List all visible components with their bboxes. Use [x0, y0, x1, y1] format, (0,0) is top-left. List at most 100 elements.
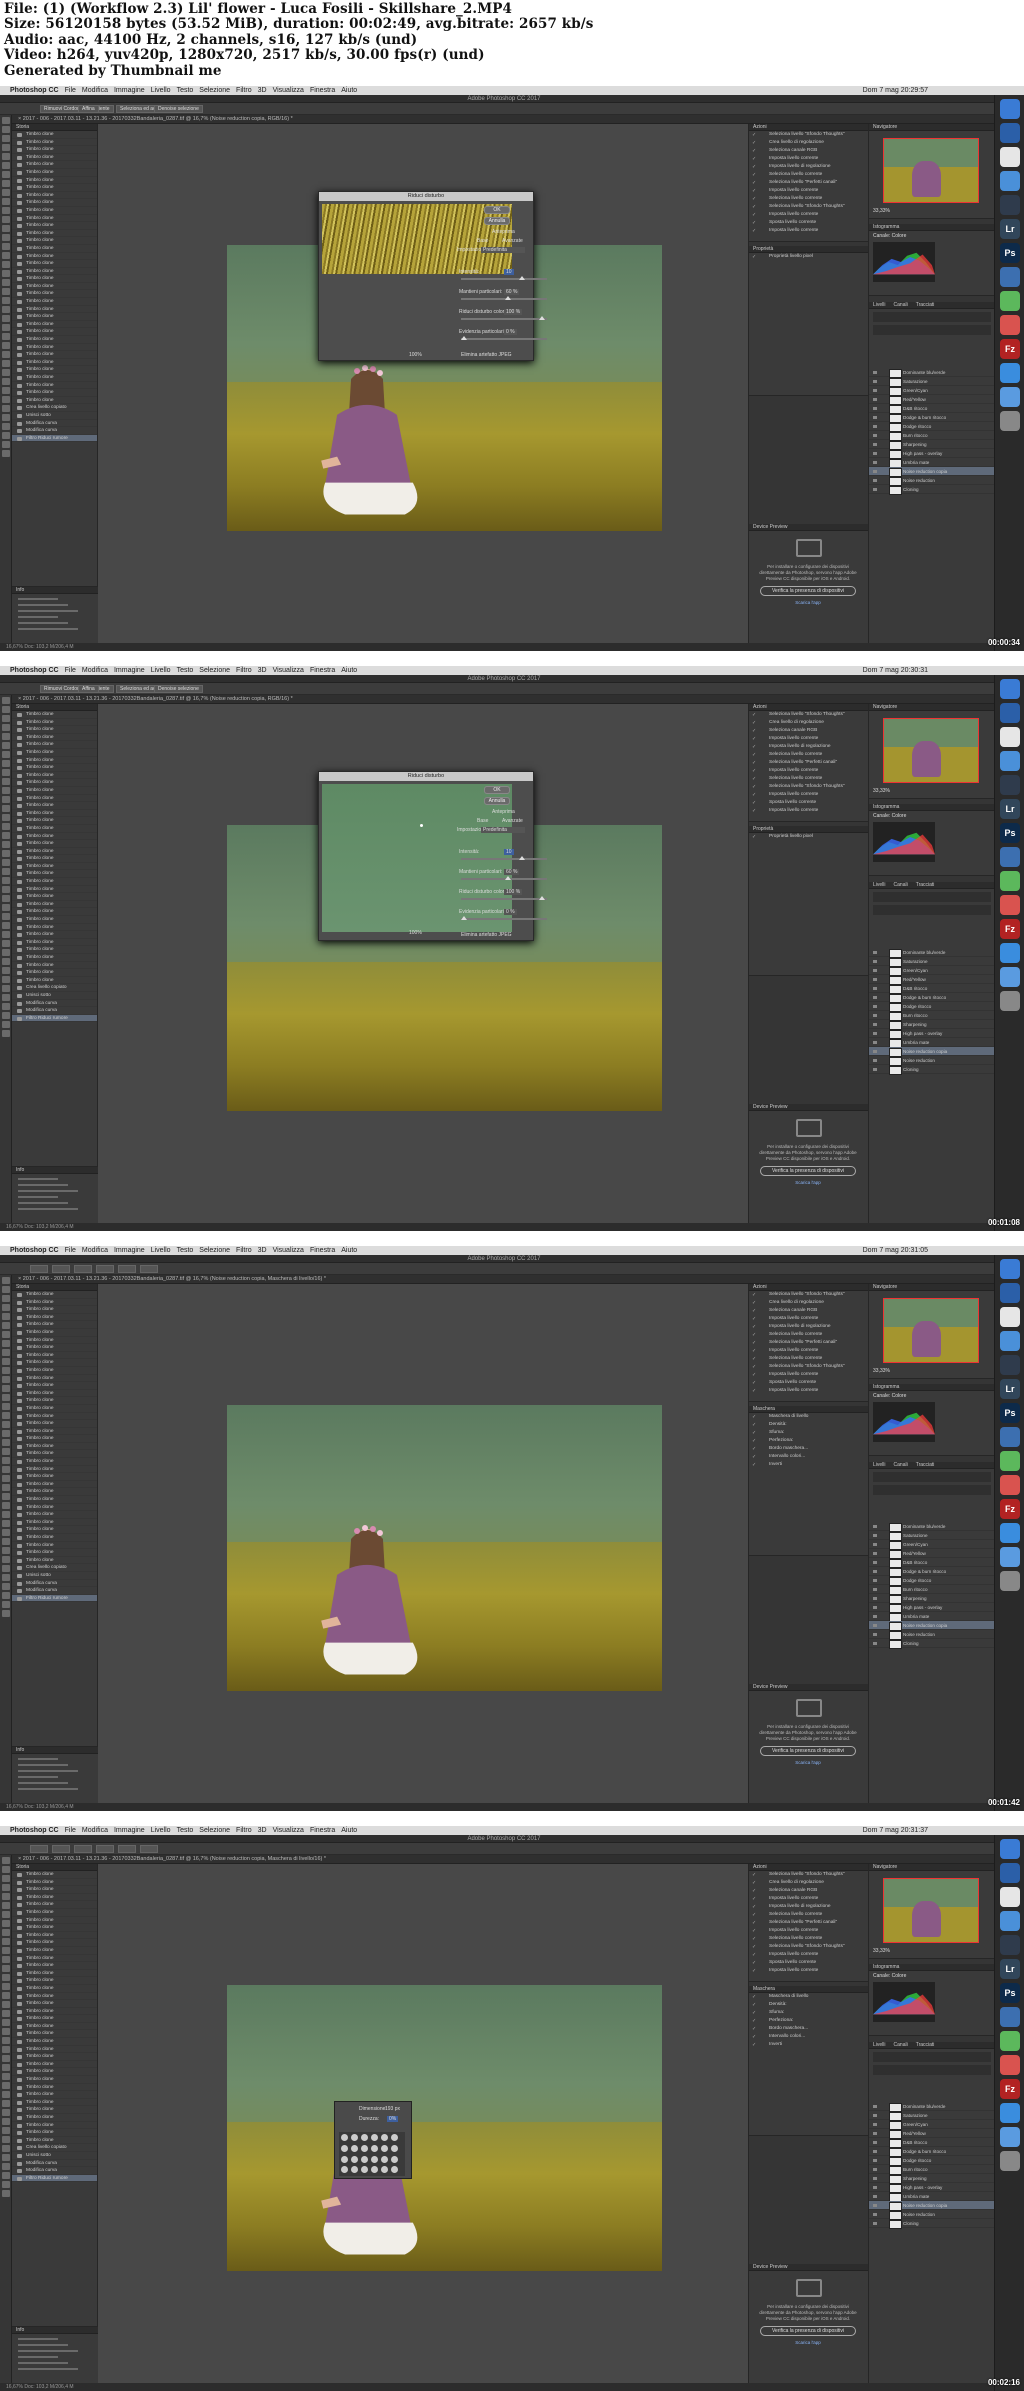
history-item[interactable]: Timbro clone — [12, 1321, 97, 1329]
layers-tab[interactable]: Tracciati — [916, 2042, 935, 2048]
dock-app-icon[interactable] — [1000, 1887, 1020, 1907]
tool-icon[interactable] — [2, 760, 10, 767]
layer-item[interactable]: D&B ritocco — [869, 404, 995, 414]
dock-app-icon[interactable] — [1000, 727, 1020, 747]
history-item[interactable]: Timbro clone — [12, 719, 97, 727]
tool-icon[interactable] — [2, 706, 10, 713]
layer-item[interactable]: High pass - overlay — [869, 1603, 995, 1613]
tool-icon[interactable] — [2, 180, 10, 187]
tool-icon[interactable] — [2, 940, 10, 947]
menu-item[interactable]: Finestra — [310, 87, 335, 94]
slider-sharpen[interactable] — [461, 916, 547, 920]
tool-icon[interactable] — [2, 414, 10, 421]
tool-icon[interactable] — [2, 1992, 10, 1999]
action-item[interactable]: Imposta livello corrente — [749, 1951, 869, 1959]
verify-devices-button[interactable]: Verifica la presenza di dispositivi — [760, 2326, 856, 2336]
history-item[interactable]: Timbro clone — [12, 795, 97, 803]
action-item[interactable]: Crea livello di regolazione — [749, 1299, 869, 1307]
layer-item[interactable]: D&B ritocco — [869, 984, 995, 994]
masks-range-button[interactable]: Intervallo colori... — [749, 1453, 869, 1461]
layer-item[interactable]: Cloning — [869, 1065, 995, 1075]
tool-icon[interactable] — [2, 2181, 10, 2188]
dock-app-icon[interactable]: Lr — [1000, 1959, 1020, 1979]
layer-item[interactable]: Noise reduction copia — [869, 2201, 995, 2211]
dock-app-icon[interactable] — [1000, 871, 1020, 891]
history-item[interactable]: Timbro clone — [12, 2061, 97, 2069]
brush-option[interactable] — [140, 1265, 158, 1273]
dock-app-icon[interactable] — [1000, 1839, 1020, 1859]
tool-icon[interactable] — [2, 796, 10, 803]
layer-item[interactable]: Dodge ritocco — [869, 1002, 995, 1012]
menu-item[interactable]: Aiuto — [341, 1247, 357, 1254]
tool-icon[interactable] — [2, 216, 10, 223]
action-item[interactable]: Imposta livello corrente — [749, 1315, 869, 1323]
history-item[interactable]: Timbro clone — [12, 1932, 97, 1940]
history-item[interactable]: Timbro clone — [12, 2015, 97, 2023]
brush-preset[interactable] — [351, 2144, 358, 2152]
history-item[interactable]: Timbro clone — [12, 1557, 97, 1565]
history-item[interactable]: Modifica curva — [12, 2160, 97, 2168]
history-item[interactable]: Modifica curva — [12, 1587, 97, 1595]
history-item[interactable]: Timbro clone — [12, 2053, 97, 2061]
action-item[interactable]: Seleziona livello "Perfetti canali" — [749, 179, 869, 187]
history-item[interactable]: Timbro clone — [12, 2091, 97, 2099]
tool-icon[interactable] — [2, 904, 10, 911]
dock-app-icon[interactable] — [1000, 751, 1020, 771]
tool-icon[interactable] — [2, 1376, 10, 1383]
layer-item[interactable]: Noise reduction — [869, 1056, 995, 1066]
menu-item[interactable]: 3D — [258, 667, 267, 674]
layers-tab[interactable]: Tracciati — [916, 302, 935, 308]
action-item[interactable]: Sposta livello corrente — [749, 1379, 869, 1387]
history-item[interactable]: Timbro clone — [12, 1924, 97, 1932]
dock-app-icon[interactable]: Lr — [1000, 799, 1020, 819]
tool-icon[interactable] — [2, 1313, 10, 1320]
basic-radio[interactable]: Base — [477, 238, 488, 244]
history-item[interactable]: Timbro clone — [12, 2076, 97, 2084]
tool-icon[interactable] — [2, 1956, 10, 1963]
action-item[interactable]: Seleziona livello "Perfetti canali" — [749, 759, 869, 767]
layer-item[interactable]: Dodge & burn ritocco — [869, 993, 995, 1003]
menu-item[interactable]: Visualizza — [273, 667, 304, 674]
dock-app-icon[interactable] — [1000, 1331, 1020, 1351]
tool-icon[interactable] — [2, 1983, 10, 1990]
history-item[interactable]: Timbro clone — [12, 131, 97, 139]
dock-app-icon[interactable] — [1000, 2103, 1020, 2123]
tool-icon[interactable] — [2, 432, 10, 439]
brush-preset[interactable] — [381, 2144, 388, 2152]
history-item[interactable]: Timbro clone — [12, 2008, 97, 2016]
tool-icon[interactable] — [2, 1929, 10, 1936]
layer-item[interactable]: Dodge ritocco — [869, 2156, 995, 2166]
layer-item[interactable]: Umbria mate — [869, 458, 995, 468]
dock-app-icon[interactable]: Fz — [1000, 1499, 1020, 1519]
tool-icon[interactable] — [2, 2010, 10, 2017]
history-item[interactable]: Timbro clone — [12, 977, 97, 985]
layer-item[interactable]: Green/Cyan — [869, 386, 995, 396]
history-item[interactable]: Timbro clone — [12, 275, 97, 283]
document-canvas[interactable]: Dimensione: 193 px Durezza: 0% — [98, 1864, 748, 2383]
history-item[interactable]: Timbro clone — [12, 2000, 97, 2008]
history-item[interactable]: Timbro clone — [12, 366, 97, 374]
history-item[interactable]: Timbro clone — [12, 1367, 97, 1375]
history-item[interactable]: Timbro clone — [12, 1481, 97, 1489]
history-item[interactable]: Timbro clone — [12, 916, 97, 924]
layers-filter-bar[interactable] — [873, 1472, 991, 1482]
dock-app-icon[interactable] — [1000, 1259, 1020, 1279]
menu-app-photoshop[interactable]: Photoshop CC — [10, 1247, 59, 1254]
history-item[interactable]: Timbro clone — [12, 1549, 97, 1557]
tool-icon[interactable] — [2, 850, 10, 857]
layer-item[interactable]: High pass - overlay — [869, 449, 995, 459]
tool-icon[interactable] — [2, 279, 10, 286]
action-item[interactable]: Imposta livello di regolazione — [749, 163, 869, 171]
tool-icon[interactable] — [2, 2136, 10, 2143]
document-tab[interactable]: × 2017 - 006 - 2017.03.11 - 13.21.36 - 2… — [12, 1855, 1008, 1864]
layer-item[interactable]: High pass - overlay — [869, 1029, 995, 1039]
history-item[interactable]: Filtro Riduci rumore — [12, 2174, 97, 2183]
tool-icon[interactable] — [2, 778, 10, 785]
tool-icon[interactable] — [2, 144, 10, 151]
masks-edge-button[interactable]: Bordo maschera... — [749, 2025, 869, 2033]
action-item[interactable]: Seleziona livello corrente — [749, 171, 869, 179]
dock-app-icon[interactable] — [1000, 847, 1020, 867]
tool-icon[interactable] — [2, 369, 10, 376]
dock-app-icon[interactable] — [1000, 291, 1020, 311]
history-item[interactable]: Modifica curva — [12, 427, 97, 435]
